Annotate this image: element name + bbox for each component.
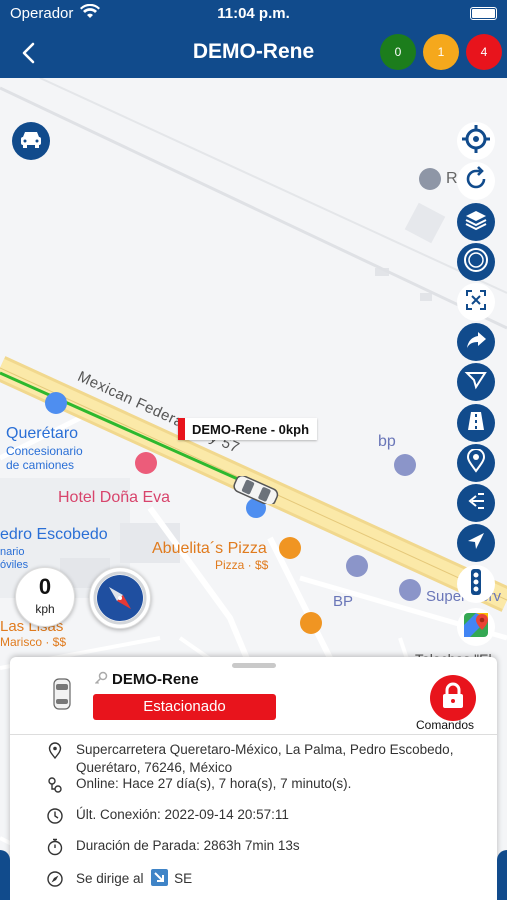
left-edge-strip (0, 850, 10, 900)
lock-icon (441, 682, 465, 715)
address-line-1: Supercarretera Queretaro-México, La Palm… (76, 742, 454, 757)
speed-unit: kph (35, 602, 55, 616)
refresh-icon (462, 165, 490, 198)
map-pin-icon (465, 447, 487, 478)
right-edge-strip (497, 850, 507, 900)
vehicle-label-flag (178, 418, 185, 440)
status-bar: Operador 11:04 p.m. (0, 0, 507, 28)
map-label-hotel: Hotel Doña Eva (58, 489, 171, 506)
crosshair-icon (461, 124, 491, 159)
map-label-bp-top: bp (378, 433, 396, 450)
points-of-interest-button[interactable] (457, 444, 495, 482)
share-button[interactable] (457, 323, 495, 361)
heading-direction: SE (174, 871, 193, 886)
compass-dial (89, 567, 151, 629)
map-label-rancho: R (446, 170, 458, 187)
map-label-marisco: Marisco · $$ (0, 635, 67, 649)
map-label-concesionario-2: de camiones (6, 458, 75, 472)
sheet-drag-handle[interactable] (232, 663, 276, 668)
southeast-arrow-icon (151, 869, 169, 886)
map-label-bp-bottom: BP (333, 593, 354, 610)
status-badge: Estacionado (93, 694, 276, 720)
heading-text: Se dirige al SE (76, 869, 192, 888)
stopwatch-icon (46, 838, 64, 856)
vehicle-label[interactable]: DEMO-Rene - 0kph (178, 418, 318, 440)
map-label-abuelita: Abuelita´s Pizza (152, 540, 267, 557)
fit-bounds-icon (464, 288, 488, 317)
vehicle-marker-car-icon[interactable] (228, 474, 284, 509)
road-icon (464, 409, 488, 438)
google-maps-button[interactable] (457, 608, 495, 646)
layers-button[interactable] (457, 203, 495, 241)
zoom-level-button[interactable] (457, 243, 495, 281)
compass-icon (93, 571, 147, 625)
send-icon (464, 368, 488, 397)
traffic-light-icon (469, 568, 483, 601)
navigate-button[interactable] (457, 524, 495, 562)
locate-button[interactable] (457, 122, 495, 160)
alert-badge-green[interactable]: 0 (380, 34, 416, 70)
heading-label: Se dirige al (76, 871, 144, 886)
location-pin-icon (46, 742, 64, 760)
nav-bar: DEMO-Rene 0 1 4 (0, 28, 507, 78)
zoom-level-icon (462, 246, 490, 279)
last-connection-text: Últ. Conexión: 2022-09-14 20:57:11 (76, 807, 289, 822)
speed-value: 0 (38, 574, 52, 599)
map-label-queretaro: Querétaro (6, 425, 79, 442)
speed-gauge: 0 kph (15, 567, 75, 627)
map-label-concesionario: Concesionario (6, 444, 83, 458)
compass-small-icon (46, 870, 64, 888)
vehicle-label-text: DEMO-Rene - 0kph (192, 421, 310, 437)
map-label-pedro: edro Escobedo (0, 526, 108, 543)
online-text: Online: Hace 27 día(s), 7 hora(s), 7 min… (76, 776, 352, 791)
layers-icon (464, 208, 488, 237)
map-label-pedro-sub1: nario (0, 546, 25, 558)
sheet-divider (10, 734, 497, 735)
clock-icon (46, 807, 64, 825)
share-arrow-icon (464, 328, 488, 357)
google-maps-icon (461, 610, 491, 645)
vehicle-details-sheet[interactable]: DEMO-Rene Estacionado Comandos Supercarr… (10, 657, 497, 900)
vehicle-view-button[interactable] (12, 122, 50, 160)
key-icon (94, 671, 108, 690)
history-button[interactable] (457, 484, 495, 522)
alert-badge-red[interactable]: 4 (466, 34, 502, 70)
online-icon (46, 776, 64, 794)
traffic-button[interactable] (457, 565, 495, 603)
stop-duration-text: Duración de Parada: 2863h 7min 13s (76, 838, 300, 853)
fit-bounds-button[interactable] (457, 283, 495, 321)
commands-button[interactable] (430, 675, 476, 721)
clock-time: 11:04 p.m. (217, 5, 290, 22)
car-icon (19, 129, 43, 154)
send-button[interactable] (457, 363, 495, 401)
navigation-arrow-icon (465, 530, 487, 557)
refresh-button[interactable] (457, 162, 495, 200)
commands-label: Comandos (416, 718, 475, 732)
vehicle-name: DEMO-Rene (112, 671, 199, 688)
map-label-pedro-sub2: óviles (0, 559, 29, 571)
road-button[interactable] (457, 404, 495, 442)
history-icon (464, 489, 488, 518)
map-label-abuelita-sub: Pizza · $$ (215, 558, 269, 572)
battery-icon (470, 7, 497, 20)
alert-badge-orange[interactable]: 1 (423, 34, 459, 70)
vehicle-car-icon (52, 677, 72, 716)
